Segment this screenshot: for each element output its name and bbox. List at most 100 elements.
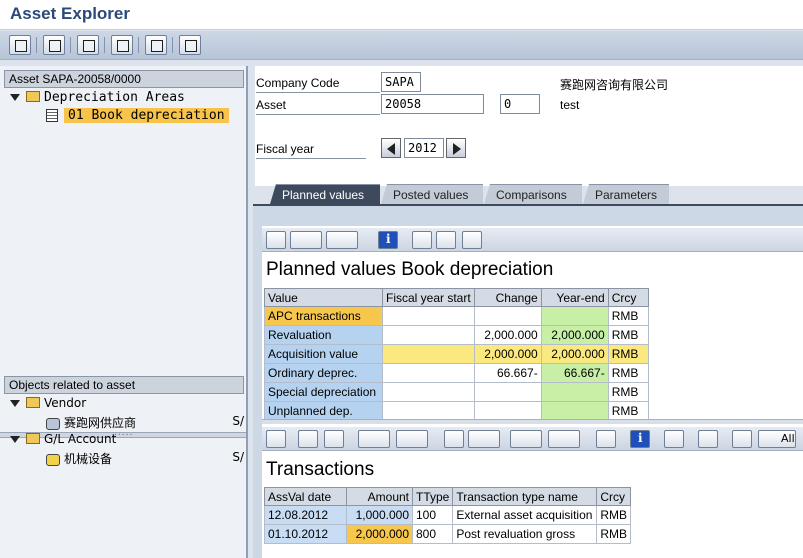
expand-icon[interactable]: [10, 94, 20, 101]
table-row[interactable]: APC transactions RMB: [264, 306, 649, 326]
tree-item-vendor-entry[interactable]: 赛跑网供应商 S/: [46, 414, 244, 432]
currency-cell: RMB: [607, 306, 649, 326]
export-icon[interactable]: [326, 231, 358, 249]
fiscal-year-field[interactable]: 2012: [404, 138, 444, 158]
year-end-cell: 2,000.000: [540, 344, 609, 364]
details-icon[interactable]: [266, 430, 286, 448]
tree-item-book-depreciation[interactable]: 01 Book depreciation: [46, 108, 229, 126]
asset-number-field[interactable]: 20058: [381, 94, 484, 114]
folder-icon: [26, 91, 40, 102]
year-end-cell: 66.667-: [540, 363, 609, 383]
tree-item-label: 01 Book depreciation: [64, 108, 229, 123]
value-cell[interactable]: Acquisition value: [264, 344, 383, 364]
value-cell[interactable]: Special depreciation: [264, 382, 383, 402]
section-splitter[interactable]: [262, 419, 803, 424]
year-end-cell: 2,000.000: [540, 325, 609, 345]
note-icon[interactable]: [462, 231, 482, 249]
tree-item-label: 机械设备: [64, 452, 113, 466]
chart-icon[interactable]: [596, 430, 616, 448]
table-row[interactable]: Unplanned dep. RMB: [264, 401, 649, 421]
grid-icon[interactable]: [77, 35, 99, 55]
vendor-icon: [46, 417, 60, 430]
next-year-button[interactable]: [446, 138, 466, 158]
currency-cell: RMB: [607, 382, 649, 402]
layout-icon[interactable]: [548, 430, 580, 448]
change-cell: [473, 401, 542, 421]
filter-icon[interactable]: [324, 430, 344, 448]
expand-all-icon[interactable]: [732, 430, 752, 448]
planned-values-table: Value Fiscal year start Change Year-end …: [264, 288, 649, 421]
tree-item-gl-entry[interactable]: 机械设备 S/: [46, 450, 244, 468]
info-icon[interactable]: [378, 231, 398, 249]
info-icon[interactable]: [630, 430, 650, 448]
print-icon[interactable]: [444, 430, 464, 448]
fy-start-cell: [382, 306, 475, 326]
transactions-title: Transactions: [266, 459, 375, 480]
tab-comparisons[interactable]: Comparisons: [484, 184, 582, 204]
expand-icon[interactable]: [10, 400, 20, 407]
tab-parameters[interactable]: Parameters: [583, 184, 669, 204]
currency-cell: RMB: [607, 344, 649, 364]
table-row[interactable]: 01.10.2012 2,000.000 800 Post revaluatio…: [264, 524, 632, 544]
refresh-icon[interactable]: [9, 35, 31, 55]
tab-planned-values[interactable]: Planned values: [270, 184, 380, 204]
fy-start-cell: [382, 363, 475, 383]
table-row[interactable]: Acquisition value 2,000.000 2,000.000 RM…: [264, 344, 649, 364]
toolbar-separator: [104, 37, 105, 53]
company-code-label: Company Code: [256, 76, 380, 93]
value-cell[interactable]: APC transactions: [264, 306, 383, 326]
transactions-toolbar: All: [262, 427, 803, 451]
date-cell[interactable]: 01.10.2012: [264, 524, 347, 544]
table-row[interactable]: Special depreciation RMB: [264, 382, 649, 402]
view-icon[interactable]: [468, 430, 500, 448]
sort-ascending-icon[interactable]: [298, 430, 318, 448]
previous-year-button[interactable]: [381, 138, 401, 158]
currency-cell: RMB: [596, 505, 632, 525]
select-all-button[interactable]: All: [758, 430, 796, 448]
expand-icon[interactable]: [10, 436, 20, 443]
value-cell[interactable]: Revaluation: [264, 325, 383, 345]
save-icon[interactable]: [43, 35, 65, 55]
tab-posted-values[interactable]: Posted values: [381, 184, 483, 204]
document-icon[interactable]: [179, 35, 201, 55]
column-header[interactable]: TType: [411, 487, 454, 506]
asset-description: test: [560, 98, 580, 112]
print-icon[interactable]: [266, 231, 286, 249]
list-icon[interactable]: [111, 35, 133, 55]
tree-item-depreciation-areas[interactable]: Depreciation Areas: [10, 90, 185, 108]
column-header[interactable]: Crcy: [596, 487, 632, 506]
change-cell: [473, 382, 542, 402]
export-icon[interactable]: [510, 430, 542, 448]
date-cell[interactable]: 12.08.2012: [264, 505, 347, 525]
hat-icon[interactable]: [698, 430, 718, 448]
tree-item-label: G/L Account: [44, 432, 117, 446]
display-icon[interactable]: [412, 231, 432, 249]
sum-icon[interactable]: [358, 430, 390, 448]
tree-item-label: Depreciation Areas: [44, 90, 185, 105]
view-icon[interactable]: [290, 231, 322, 249]
currency-cell: RMB: [607, 401, 649, 421]
table-row[interactable]: 12.08.2012 1,000.000 100 External asset …: [264, 505, 632, 525]
column-header[interactable]: Transaction type name: [452, 487, 598, 506]
value-cell[interactable]: Unplanned dep.: [264, 401, 383, 421]
table-row[interactable]: Revaluation 2,000.000 2,000.000 RMB: [264, 325, 649, 345]
company-code-field[interactable]: SAPA: [381, 72, 421, 92]
asset-subnumber-field[interactable]: 0: [500, 94, 540, 114]
column-header[interactable]: AssVal date: [264, 487, 347, 506]
column-header[interactable]: Value: [264, 288, 383, 307]
column-header[interactable]: Amount: [346, 487, 413, 506]
planned-values-title: Planned values Book depreciation: [266, 259, 554, 280]
settings-icon[interactable]: [145, 35, 167, 55]
column-header[interactable]: Year-end: [540, 288, 609, 307]
tree-item-gl-account[interactable]: G/L Account: [10, 432, 116, 450]
calculator-icon[interactable]: [436, 231, 456, 249]
column-header[interactable]: Fiscal year start: [382, 288, 475, 307]
copy-icon[interactable]: [664, 430, 684, 448]
subtotal-icon[interactable]: [396, 430, 428, 448]
tree-item-vendor[interactable]: Vendor: [10, 396, 86, 414]
table-row[interactable]: Ordinary deprec. 66.667- 66.667- RMB: [264, 363, 649, 383]
value-cell[interactable]: Ordinary deprec.: [264, 363, 383, 383]
tree-item-suffix: S/: [232, 450, 244, 464]
column-header[interactable]: Crcy: [607, 288, 649, 307]
column-header[interactable]: Change: [473, 288, 542, 307]
